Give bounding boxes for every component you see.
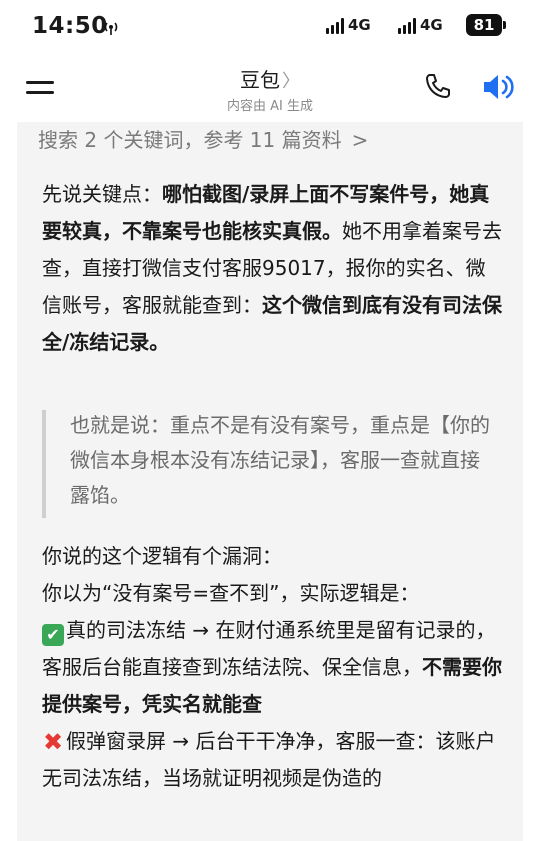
search-summary-text: 搜索 2 个关键词，参考 11 篇资料 bbox=[38, 128, 342, 152]
status-time: 14:50 bbox=[32, 13, 108, 39]
signal-indicator-1: 4G bbox=[326, 16, 371, 34]
battery-level: 81 bbox=[466, 14, 502, 36]
paragraph-line: 你以为“没有案号=查不到”，实际逻辑是： bbox=[42, 581, 420, 605]
network-type-1: 4G bbox=[348, 16, 371, 34]
page-title: 豆包 bbox=[240, 68, 280, 92]
check-mark-icon: ✔ bbox=[42, 624, 64, 646]
chevron-right-icon: 〉 bbox=[282, 71, 300, 92]
paragraph-line: 你说的这个逻辑有个漏洞： bbox=[42, 544, 282, 568]
ai-generated-notice: 内容由 AI 生成 bbox=[227, 99, 313, 114]
hotspot-icon bbox=[104, 22, 118, 35]
blockquote: 也就是说：重点不是有没有案号，重点是【你的微信本身根本没有冻结记录】，客服一查就… bbox=[42, 410, 502, 518]
cross-mark-icon: ✖ bbox=[42, 728, 64, 756]
cross-item-text: 假弹窗录屏 → 后台干干净净，客服一查：该账户无司法冻结，当场就证明视频是伪造的 bbox=[42, 729, 496, 790]
ai-message-card: 搜索 2 个关键词，参考 11 篇资料 > 先说关键点：哪怕截图/录屏上面不写案件… bbox=[17, 122, 523, 841]
paragraph-logic: 你说的这个逻辑有个漏洞： 你以为“没有案号=查不到”，实际逻辑是： ✔ 真的司法冻… bbox=[42, 538, 502, 797]
speaker-icon[interactable] bbox=[482, 72, 516, 102]
battery-tip bbox=[503, 21, 506, 29]
nav-bar: 豆包〉 内容由 AI 生成 bbox=[0, 52, 540, 122]
blockquote-text: 也就是说：重点不是有没有案号，重点是【你的微信本身根本没有冻结记录】，客服一查就… bbox=[70, 413, 490, 507]
cross-item: ✖ 假弹窗录屏 → 后台干干净净，客服一查：该账户无司法冻结，当场就证明视频是伪造… bbox=[42, 723, 502, 797]
signal-bars-icon bbox=[326, 16, 344, 34]
chevron-right-icon: > bbox=[351, 128, 369, 152]
signal-bars-icon bbox=[398, 16, 416, 34]
signal-indicator-2: 4G bbox=[398, 16, 443, 34]
paragraph-key-point: 先说关键点：哪怕截图/录屏上面不写案件号，她真要较真，不靠案号也能核实真假。她不… bbox=[42, 176, 502, 361]
check-item: ✔ 真的司法冻结 → 在财付通系统里是留有记录的，客服后台能直接查到冻结法院、保全… bbox=[42, 612, 502, 723]
network-type-2: 4G bbox=[420, 16, 443, 34]
phone-icon[interactable] bbox=[424, 72, 452, 100]
paragraph-lead: 先说关键点： bbox=[42, 182, 162, 206]
status-bar: 14:50 4G 4G 81 bbox=[0, 0, 540, 52]
conversation-title[interactable]: 豆包〉 内容由 AI 生成 bbox=[0, 64, 540, 114]
search-summary[interactable]: 搜索 2 个关键词，参考 11 篇资料 > bbox=[38, 124, 368, 153]
